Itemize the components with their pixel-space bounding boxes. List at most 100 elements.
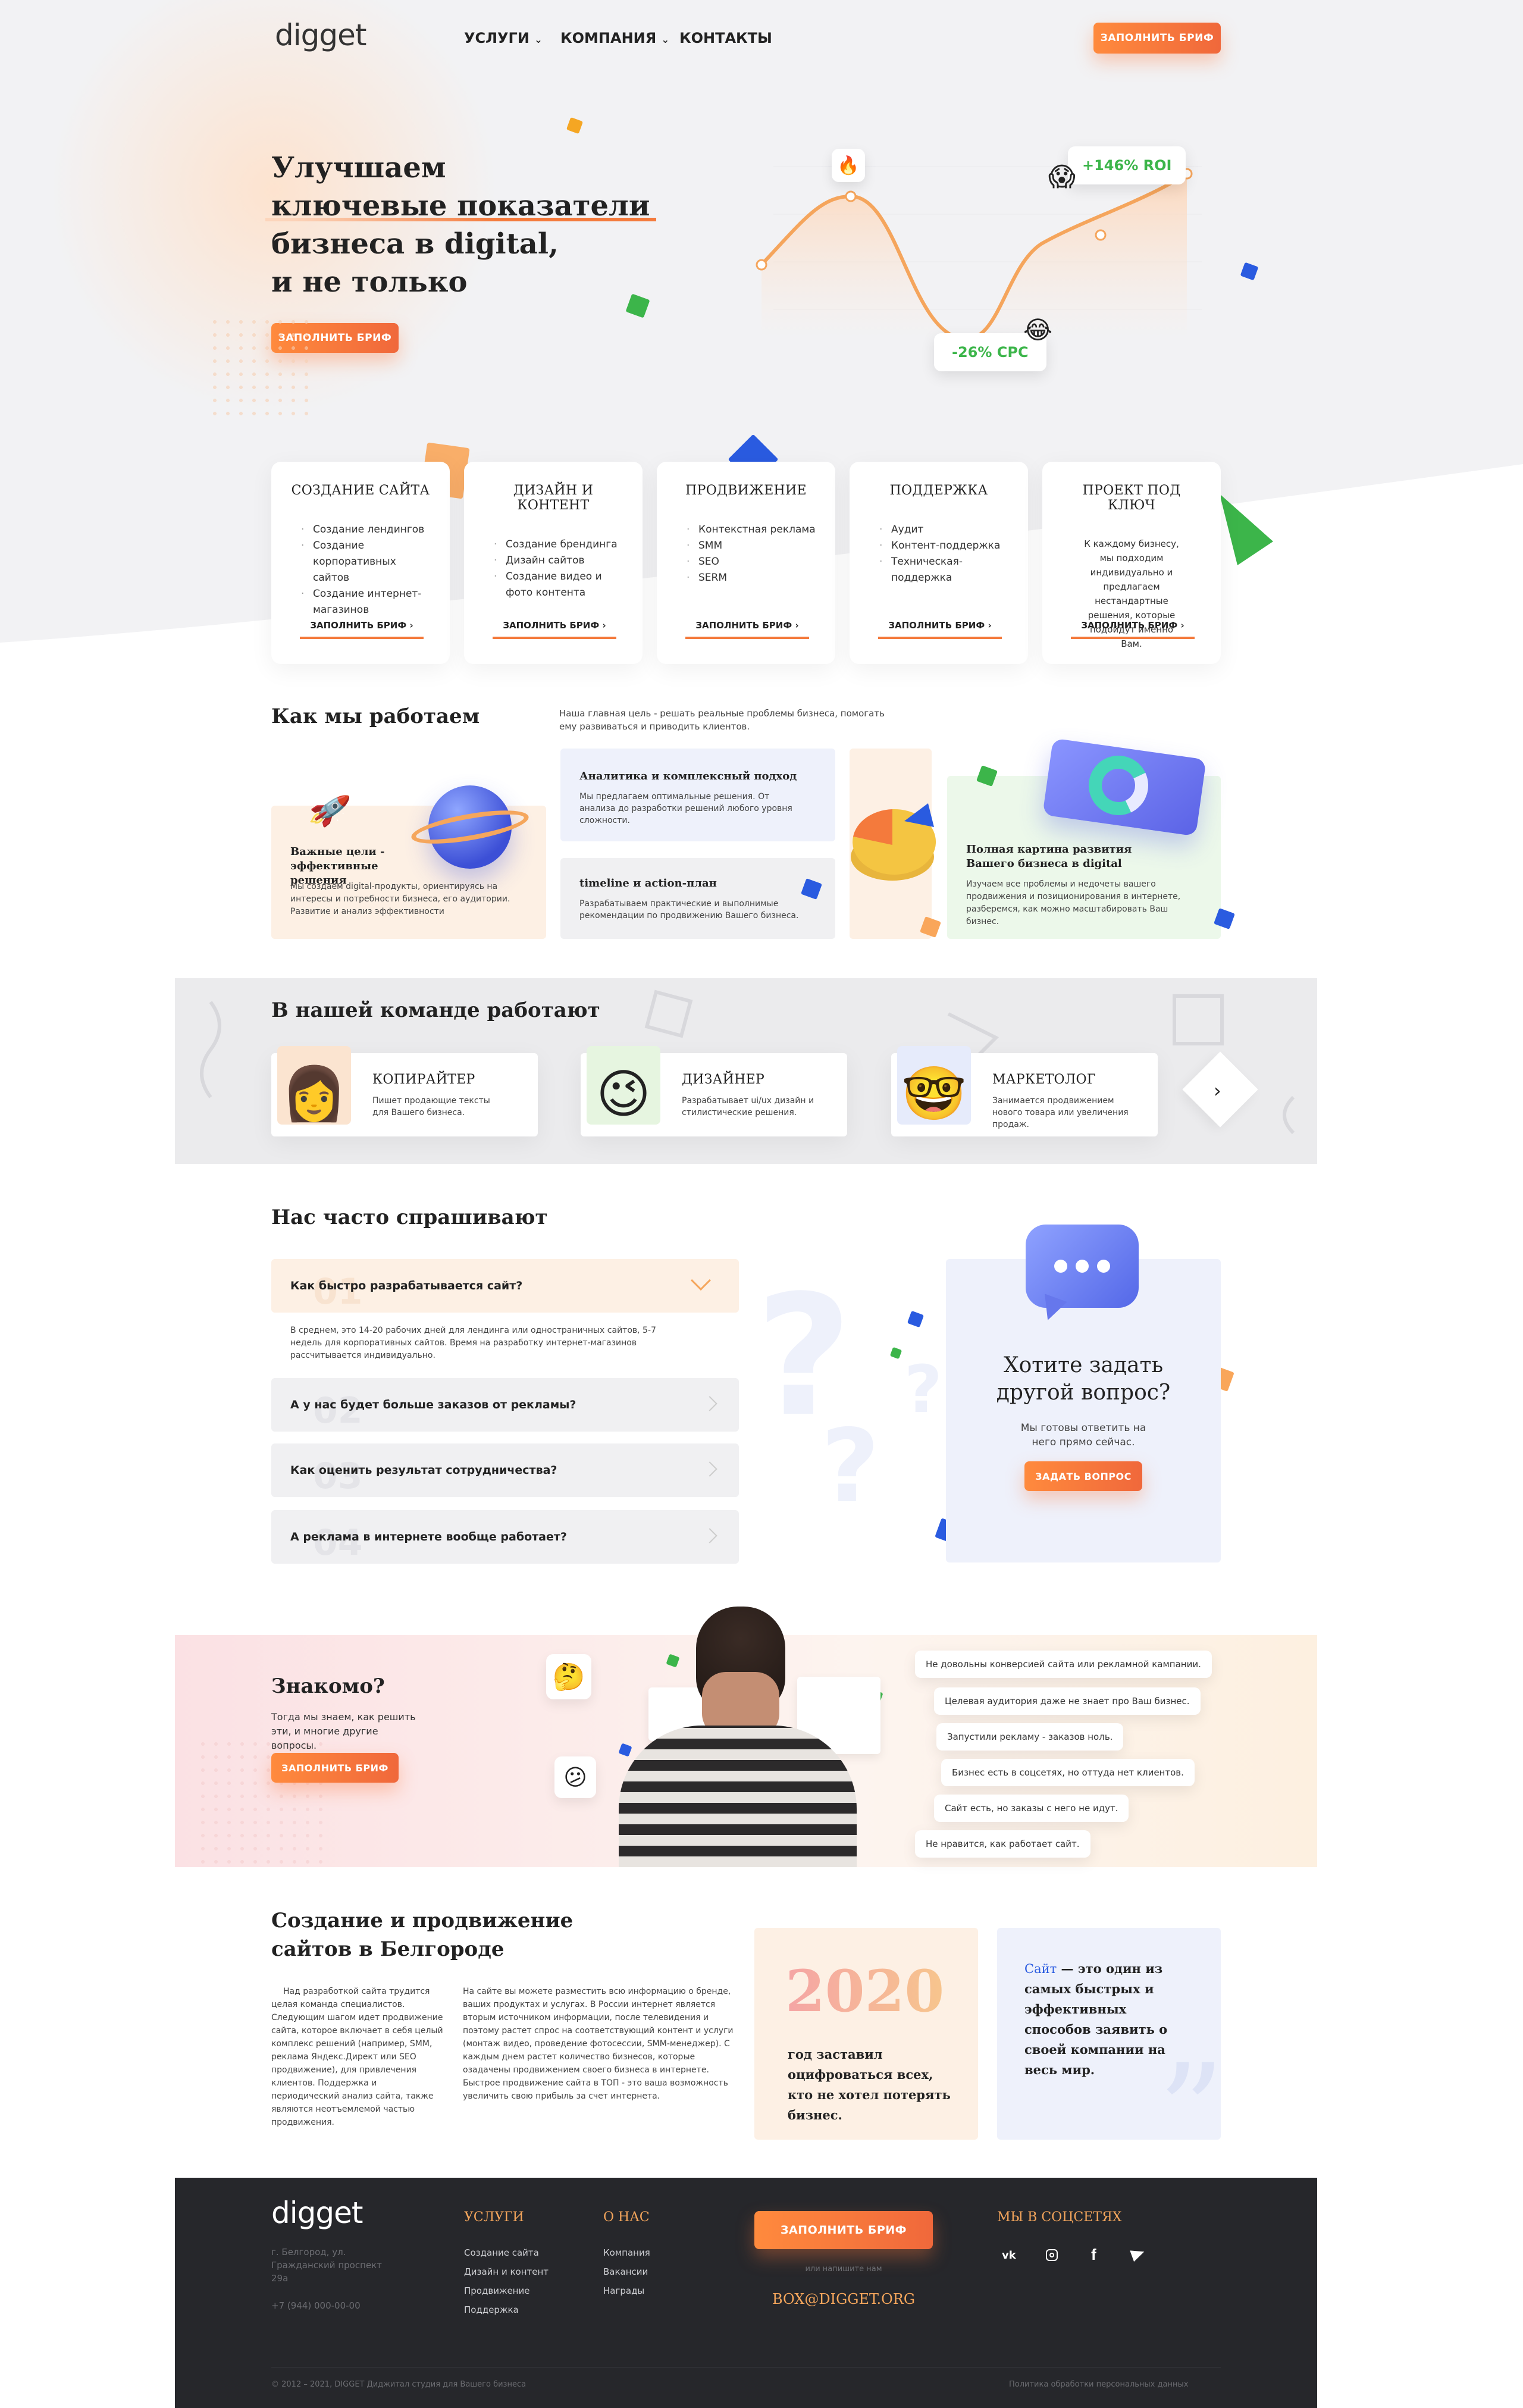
familiar-brief-button[interactable]: ЗАПОЛНИТЬ БРИФ xyxy=(271,1753,399,1783)
fire-icon: 🔥 xyxy=(837,155,860,176)
quote-mark-icon: ” xyxy=(1158,2036,1225,2188)
how-block-title: Полная картина развития Вашего бизнеса в… xyxy=(966,843,1132,870)
team-role: ДИЗАЙНЕР xyxy=(682,1072,765,1087)
faq-answer: В среднем, это 14-20 рабочих дней для ле… xyxy=(290,1326,656,1360)
chevron-right-icon xyxy=(702,1528,717,1543)
familiar-title: Знакомо? xyxy=(271,1674,385,1698)
pain-point: Не нравится, как работает сайт. xyxy=(915,1830,1090,1858)
how-block-text: Мы создаем digital-продукты, ориентируяс… xyxy=(290,882,510,916)
how-block-title: timeline и action-план xyxy=(579,877,717,890)
chevron-right-icon xyxy=(702,1396,717,1411)
footer-logo[interactable]: digget xyxy=(271,2196,363,2230)
footer-or-text: или напишите нам xyxy=(805,2265,882,2274)
team-desc: Пишет продающие тексты для Вашего бизнес… xyxy=(372,1096,490,1117)
how-subtitle: Наша главная цель - решать реальные проб… xyxy=(559,708,885,732)
footer-email[interactable]: BOX@DIGGET.ORG xyxy=(754,2291,933,2307)
quote-card: Сайт — это один из самых быстрых и эффек… xyxy=(997,1928,1224,2178)
footer-link[interactable]: Награды xyxy=(603,2281,650,2300)
instagram-icon[interactable] xyxy=(1046,2249,1058,2261)
pain-point: Целевая аудитория даже не знает про Ваш … xyxy=(934,1687,1201,1715)
laughing-emoji-icon: 😂 xyxy=(1023,315,1053,345)
service-card[interactable]: ПРОДВИЖЕНИЕ Контекстная рекламаSMMSEOSER… xyxy=(657,462,835,664)
faq-item[interactable]: 02 А у нас будет больше заказов от реклам… xyxy=(271,1378,739,1432)
service-card-link[interactable]: ЗАПОЛНИТЬ БРИФ › xyxy=(493,620,616,639)
chevron-down-icon xyxy=(691,1270,711,1291)
footer-services-title: УСЛУГИ xyxy=(464,2210,524,2225)
facebook-icon[interactable]: f xyxy=(1091,2246,1096,2264)
footer-divider xyxy=(271,2367,1221,2368)
chevron-right-icon: › xyxy=(1214,1079,1221,1102)
faq-question: Как оценить результат сотрудничества? xyxy=(290,1464,557,1477)
team-member-card: 🤓 МАРКЕТОЛОГ Занимается продвижением нов… xyxy=(891,1046,1158,1136)
faq-question: А у нас будет больше заказов от рекламы? xyxy=(290,1398,576,1411)
footer-copyright: © 2012 – 2021, DIGGET Диджитал студия дл… xyxy=(271,2380,527,2389)
chevron-down-icon: ⌄ xyxy=(534,34,543,45)
seo-col-1: Над разработкой сайта трудится целая ком… xyxy=(271,1987,443,2127)
footer-policy-link[interactable]: Политика обработки персональных данных xyxy=(1009,2380,1188,2389)
footer-about-list: Компания Вакансии Награды xyxy=(603,2243,650,2300)
faq-item[interactable]: 04 А реклама в интернете вообще работает? xyxy=(271,1510,739,1564)
footer-services-list: Создание сайта Дизайн и контент Продвиже… xyxy=(464,2243,549,2319)
nav-uslugi[interactable]: УСЛУГИ ⌄ xyxy=(464,30,543,46)
footer-link[interactable]: Поддержка xyxy=(464,2300,549,2319)
faq-item[interactable]: 03 Как оценить результат сотрудничества? xyxy=(271,1443,739,1497)
chevron-down-icon: ⌄ xyxy=(661,34,669,45)
how-block-text: Мы предлагаем оптимальные решения. От ан… xyxy=(579,792,792,825)
service-card-title: ДИЗАЙН И КОНТЕНТ xyxy=(513,483,594,513)
service-card-link[interactable]: ЗАПОЛНИТЬ БРИФ › xyxy=(685,620,809,639)
avatar: 👩 xyxy=(277,1046,351,1125)
pie-chart-icon xyxy=(851,803,936,881)
chat-bubble-icon xyxy=(1026,1225,1139,1308)
service-card-link[interactable]: ЗАПОЛНИТЬ БРИФ › xyxy=(1071,620,1195,639)
footer-address: г. Белгород, ул. Гражданский проспект 29… xyxy=(271,2247,382,2284)
pain-point: Запустили рекламу - заказов ноль. xyxy=(936,1723,1124,1751)
faq-question: Как быстро разрабатывается сайт? xyxy=(290,1279,523,1292)
team-title: В нашей команде работают xyxy=(271,998,600,1022)
logo[interactable]: digget xyxy=(275,18,366,52)
how-block-text: Изучаем все проблемы и недочеты вашего п… xyxy=(966,879,1181,926)
service-card-link[interactable]: ЗАПОЛНИТЬ БРИФ › xyxy=(300,620,424,639)
hero-title: Улучшаем ключевые показатели бизнеса в d… xyxy=(265,149,656,301)
how-block-text: Разрабатываем практические и выполнимые … xyxy=(579,899,799,920)
how-block-analytics: Аналитика и комплексный подход Мы предла… xyxy=(560,749,835,841)
service-card[interactable]: ДИЗАЙН И КОНТЕНТ Создание брендингаДизай… xyxy=(464,462,643,664)
vk-icon[interactable]: vk xyxy=(1002,2249,1016,2262)
avatar: 🤓 xyxy=(897,1046,971,1125)
ask-title: Хотите задать другой вопрос? xyxy=(996,1353,1171,1405)
team-desc: Разрабатывает ui/ux дизайн и стилистичес… xyxy=(682,1096,814,1117)
faq-question: А реклама в интернете вообще работает? xyxy=(290,1530,567,1543)
year-card: 2020 год заставил оцифроваться всех, кто… xyxy=(754,1928,978,2140)
footer-phone[interactable]: +7 (944) 000-00-00 xyxy=(271,2300,361,2311)
ask-text: Мы готовы ответить на него прямо сейчас. xyxy=(1020,1422,1146,1448)
person-photo xyxy=(613,1607,863,1867)
service-card[interactable]: СОЗДАНИЕ САЙТА Создание лендинговСоздани… xyxy=(271,462,450,664)
team-role: КОПИРАЙТЕР xyxy=(372,1072,475,1087)
nav-kompaniya[interactable]: КОМПАНИЯ ⌄ xyxy=(560,30,669,46)
footer-link[interactable]: Вакансии xyxy=(603,2262,650,2281)
service-card-title: ПОДДЕРЖКА xyxy=(889,483,988,498)
footer-link[interactable]: Продвижение xyxy=(464,2281,549,2300)
faq-item-open[interactable]: 01 Как быстро разрабатывается сайт? xyxy=(271,1259,739,1313)
footer-brief-button[interactable]: ЗАПОЛНИТЬ БРИФ xyxy=(754,2211,933,2249)
ask-question-button[interactable]: ЗАДАТЬ ВОПРОС xyxy=(1024,1461,1142,1491)
team-desc: Занимается продвижением нового товара ил… xyxy=(992,1096,1129,1129)
footer-social-title: МЫ В СОЦСЕТЯХ xyxy=(997,2210,1122,2225)
service-card-title: ПРОЕКТ ПОД КЛЮЧ xyxy=(1082,483,1181,513)
confetti-square xyxy=(566,117,584,134)
service-card-link[interactable]: ЗАПОЛНИТЬ БРИФ › xyxy=(878,620,1002,639)
team-role: МАРКЕТОЛОГ xyxy=(992,1072,1096,1087)
pain-point: Сайт есть, но заказы с него не идут. xyxy=(934,1795,1129,1822)
team-member-card: 😉 ДИЗАЙНЕР Разрабатывает ui/ux дизайн и … xyxy=(581,1046,847,1136)
footer-link[interactable]: Создание сайта xyxy=(464,2243,549,2262)
header-brief-button[interactable]: ЗАПОЛНИТЬ БРИФ xyxy=(1093,23,1221,54)
confused-emoji-icon: 😕 xyxy=(554,1756,596,1798)
year-text: год заставил оцифроваться всех, кто не х… xyxy=(788,2047,951,2122)
service-card-title: ПРОДВИЖЕНИЕ xyxy=(685,483,807,498)
nav-kontakty[interactable]: КОНТАКТЫ xyxy=(679,30,772,46)
service-card[interactable]: ПОДДЕРЖКА АудитКонтент-поддержкаТехничес… xyxy=(850,462,1028,664)
pain-point: Не довольны конверсией сайта или рекламн… xyxy=(915,1651,1212,1678)
footer-link[interactable]: Дизайн и контент xyxy=(464,2262,549,2281)
service-card[interactable]: ПРОЕКТ ПОД КЛЮЧ К каждому бизнесу, мы по… xyxy=(1042,462,1221,664)
footer-link[interactable]: Компания xyxy=(603,2243,650,2262)
thinking-emoji-icon: 🤔 xyxy=(546,1654,591,1699)
